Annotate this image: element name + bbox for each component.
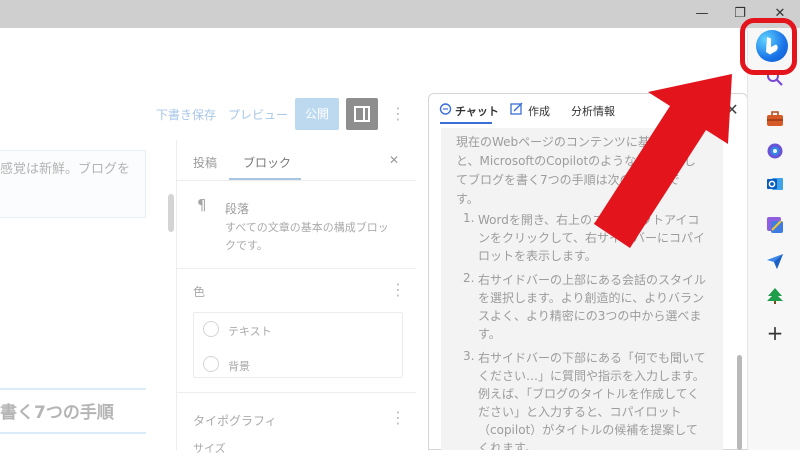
add-icon[interactable]: + — [766, 323, 784, 343]
sidebar-layout-icon — [354, 106, 370, 122]
block-description: すべての文章の基本の構成ブロックです。 — [225, 221, 389, 252]
typography-options-button[interactable]: ⋮ — [390, 408, 406, 427]
tab-block[interactable]: ブロック — [243, 154, 291, 171]
text-color-swatch[interactable] — [203, 321, 219, 337]
close-settings-button[interactable]: ✕ — [389, 153, 399, 167]
color-options-group — [193, 312, 403, 378]
briefcase-icon[interactable] — [766, 110, 784, 128]
copilot-scrollbar[interactable] — [737, 355, 742, 450]
color-options-button[interactable]: ⋮ — [390, 280, 406, 299]
tree-icon[interactable] — [766, 287, 784, 305]
send-icon[interactable] — [766, 252, 784, 270]
browser-title-bar — [0, 0, 800, 28]
step-number: 2. — [463, 271, 475, 285]
preview-link[interactable]: プレビュー — [228, 106, 288, 123]
tab-compose[interactable]: 作成 — [528, 103, 550, 119]
text-color-label[interactable]: テキスト — [228, 323, 272, 339]
step-number: 3. — [463, 349, 475, 363]
tab-chat[interactable]: チャット — [455, 103, 499, 119]
outlook-icon[interactable] — [766, 175, 784, 193]
tab-post[interactable]: 投稿 — [193, 154, 217, 171]
paragraph-block-icon: ¶ — [197, 196, 207, 214]
red-arrow-annotation — [594, 74, 732, 248]
list-item: 右サイドバーの下部にある「何でも聞いてください…」に質問や指示を入力します。例え… — [478, 351, 706, 450]
background-color-label[interactable]: 背景 — [228, 358, 250, 374]
office-icon[interactable] — [766, 142, 784, 160]
chat-icon — [439, 103, 452, 115]
typography-section-title: タイポグラフィ — [193, 414, 277, 428]
font-size-label: サイズ — [193, 442, 226, 455]
more-options-button[interactable]: ⋮ — [390, 104, 406, 123]
block-settings-panel — [176, 140, 416, 450]
step-number: 1. — [463, 211, 475, 225]
paragraph-text[interactable]: 感覚は新鮮。ブログを — [0, 158, 140, 182]
editor-scrollbar[interactable] — [168, 194, 174, 232]
background-color-swatch[interactable] — [203, 356, 219, 372]
settings-toggle-button[interactable] — [346, 98, 378, 130]
minimize-button[interactable]: — — [690, 4, 714, 24]
list-item: 右サイドバーの上部にある会話のスタイルを選択します。より創造的に、よりバランスよ… — [478, 273, 707, 341]
publish-button[interactable]: 公開 — [295, 98, 339, 130]
save-draft-link[interactable]: 下書き保存 — [156, 106, 216, 123]
compose-icon — [510, 102, 523, 115]
chat-tab-indicator — [440, 122, 492, 124]
color-section-title: 色 — [193, 285, 206, 299]
heading-text[interactable]: 書く7つの手順 — [0, 398, 114, 423]
designer-icon[interactable] — [766, 216, 784, 234]
block-name: 段落 — [225, 202, 250, 216]
